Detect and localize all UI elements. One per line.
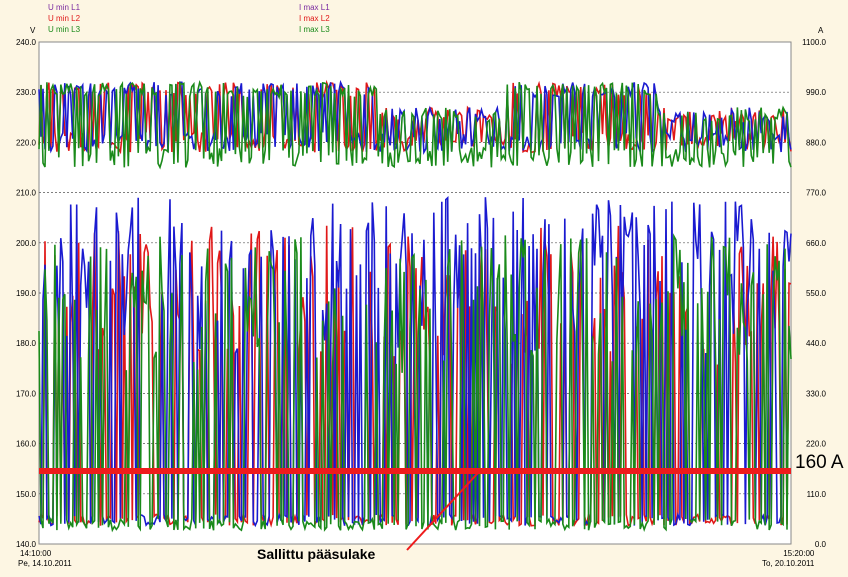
y-left-tick-label: 220.0 bbox=[16, 138, 37, 147]
y-left-tick-label: 230.0 bbox=[16, 88, 37, 97]
x-end-date: To, 20.10.2011 bbox=[762, 559, 815, 568]
fuse-note-text: Sallittu pääsulake bbox=[257, 546, 376, 562]
y-left-tick-label: 140.0 bbox=[16, 540, 37, 549]
y-left-tick-label: 180.0 bbox=[16, 339, 37, 348]
y-right-tick-label: 330.0 bbox=[806, 389, 827, 398]
y-left-tick-label: 200.0 bbox=[16, 239, 37, 248]
x-start-label: 14:10:00 Pe, 14.10.2011 bbox=[18, 549, 72, 569]
y-right-tick-label: 660.0 bbox=[806, 239, 827, 248]
y-right-tick-label: 880.0 bbox=[806, 138, 827, 147]
y-left-tick-label: 210.0 bbox=[16, 189, 37, 198]
y-right-tick-label: 110.0 bbox=[807, 490, 827, 499]
x-end-time: 15:20:00 bbox=[783, 549, 815, 558]
x-start-date: Pe, 14.10.2011 bbox=[18, 559, 72, 568]
y-right-tick-label: 990.0 bbox=[806, 88, 827, 97]
y-left-tick-label: 170.0 bbox=[16, 389, 37, 398]
y-right-tick-label: 550.0 bbox=[806, 289, 827, 298]
y-left-tick-label: 190.0 bbox=[16, 289, 37, 298]
y-right-tick-label: 440.0 bbox=[806, 339, 827, 348]
fuse-value-label: 160 A bbox=[795, 452, 844, 473]
y-right-tick-label: 0.0 bbox=[815, 540, 827, 549]
x-start-time: 14:10:00 bbox=[20, 549, 52, 558]
y-right-tick-label: 220.0 bbox=[806, 440, 827, 449]
x-end-label: 15:20:00 To, 20.10.2011 bbox=[762, 549, 814, 569]
chart-window: U min L1 U min L2 U min L3 I max L1 I ma… bbox=[0, 0, 848, 577]
y-left-tick-label: 160.0 bbox=[16, 440, 37, 449]
chart-plot: 140.0 150.0 160.0 170.0 180.0 190.0 200.0 210.0… bbox=[16, 38, 827, 551]
y-right-tick-label: 770.0 bbox=[806, 189, 827, 198]
y-right-tick-label: 1100.0 bbox=[802, 38, 826, 47]
y-left-tick-label: 150.0 bbox=[16, 490, 37, 499]
y-left-tick-label: 240.0 bbox=[16, 38, 37, 47]
